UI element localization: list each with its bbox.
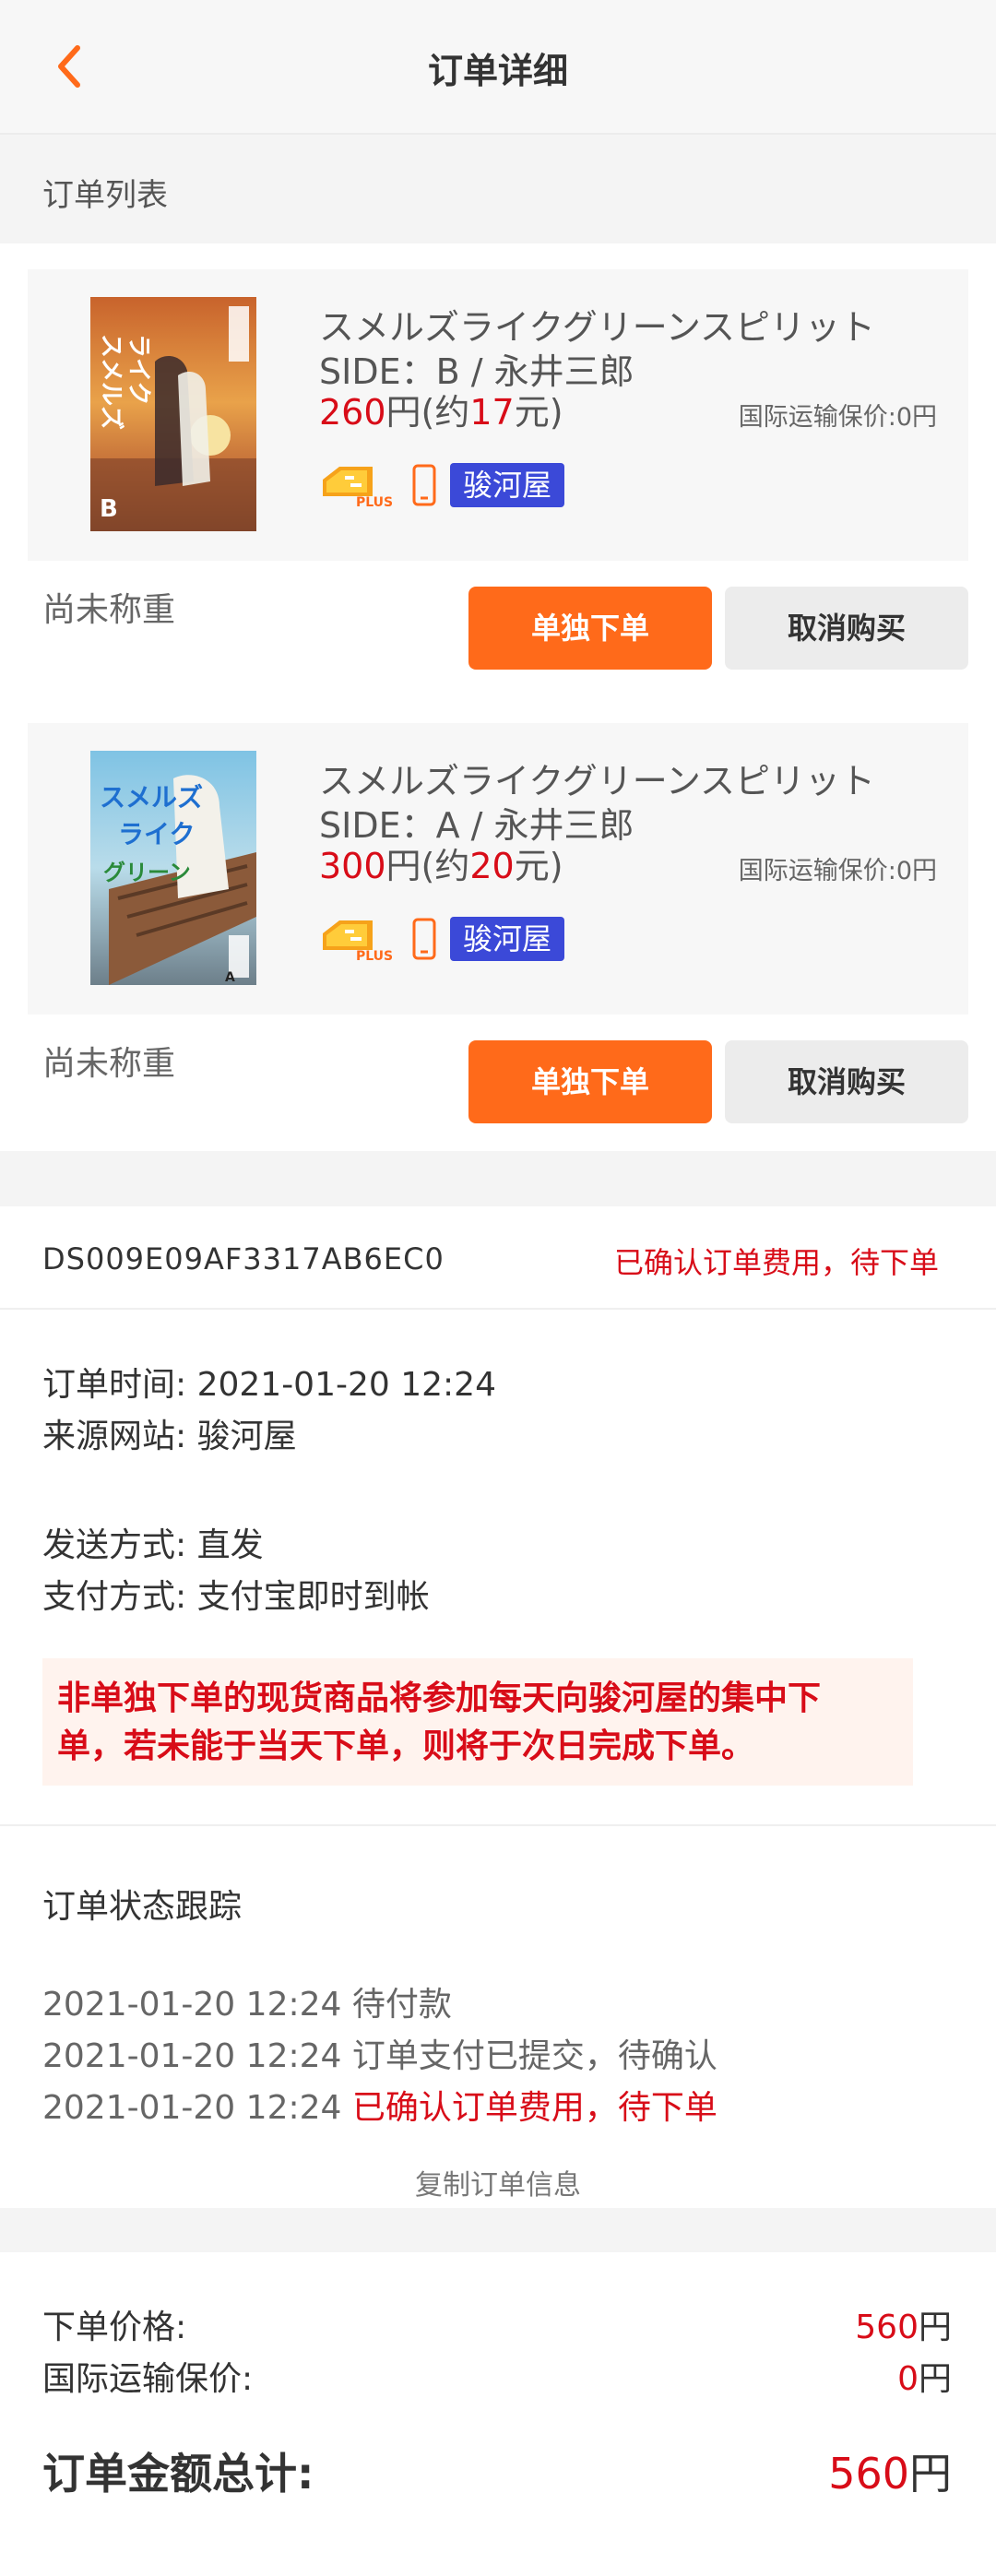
payment-method: 支付方式: 支付宝即时到帐 <box>42 1578 430 1616</box>
item-price: 260円(约17元) <box>319 384 563 434</box>
svg-text:ライク: ライク <box>125 334 152 405</box>
weight-status: 尚未称重 <box>42 1045 176 1083</box>
item-price-cny-unit: 元) <box>514 392 563 433</box>
currency-unit: 円 <box>918 2360 952 2398</box>
tracking-event: 2021-01-20 12:24 待付款 <box>42 1977 452 2025</box>
item-price-cny: 17 <box>469 392 515 433</box>
cancel-purchase-button[interactable]: 取消购买 <box>725 587 968 670</box>
tracking-title: 订单状态跟踪 <box>42 1888 243 1926</box>
order-notice: 非单独下单的现货商品将参加每天向骏河屋的集中下 单，若未能于当天下单，则将于次日… <box>42 1658 913 1786</box>
weight-status: 尚未称重 <box>42 591 176 629</box>
price-summary: 下单价格: 560円 国际运输保价: 0円 订单金额总计: 560円 <box>0 2252 996 2576</box>
item-price-yen: 260 <box>319 392 386 433</box>
order-item-list: スメルズ ライク B スメルズライクグリーンスピリット SIDE：B / 永井三… <box>0 243 996 1151</box>
order-item[interactable]: スメルズ ライク グリーン A スメルズライクグリーンスピリット SIDE：A … <box>28 723 968 1015</box>
copy-order-info-button[interactable]: 复制订单信息 <box>0 2162 996 2202</box>
svg-text:グリーン: グリーン <box>103 860 191 885</box>
item-price: 300円(约20元) <box>319 837 563 888</box>
shipping-method: 发送方式: 直发 <box>42 1526 264 1564</box>
order-price-amount: 560 <box>855 2309 919 2346</box>
item-price-cny-unit: 元) <box>514 846 563 886</box>
shop-badge: 骏河屋 <box>450 463 565 507</box>
tracking-time: 2021-01-20 12:24 <box>42 1986 342 2024</box>
notice-line: 单，若未能于当天下单，则将于次日完成下单。 <box>57 1727 755 1765</box>
divider <box>0 1824 996 1826</box>
total-row: 订单金额总计: 560円 <box>42 2440 952 2501</box>
cancel-purchase-button[interactable]: 取消购买 <box>725 1040 968 1123</box>
tracking-time: 2021-01-20 12:24 <box>42 2037 342 2075</box>
currency-unit: 円 <box>918 2309 952 2346</box>
tracking-event: 2021-01-20 12:24 已确认订单费用，待下单 <box>42 2081 717 2129</box>
tracking-text: 已确认订单费用，待下单 <box>351 2089 717 2127</box>
total-label: 订单金额总计: <box>42 2449 314 2499</box>
total-amount: 560 <box>828 2449 909 2499</box>
order-price-row: 下单价格: 560円 <box>42 2300 952 2348</box>
tracking-event: 2021-01-20 12:24 订单支付已提交，待确认 <box>42 2029 717 2077</box>
insurance-label: 国际运输保价: <box>42 2360 254 2398</box>
item-price-yen-unit: 円(约 <box>385 392 470 433</box>
single-order-button[interactable]: 单独下单 <box>468 587 712 670</box>
shop-badge: 骏河屋 <box>450 917 565 961</box>
tracking-time: 2021-01-20 12:24 <box>42 2089 342 2127</box>
plus-service-icon: PLUS <box>319 463 400 510</box>
svg-text:A: A <box>225 970 235 985</box>
book-cover-image: スメルズ ライク B <box>90 297 256 531</box>
book-cover-image: スメルズ ライク グリーン A <box>90 751 256 985</box>
order-list-header: 订单列表 <box>0 137 996 243</box>
svg-text:PLUS: PLUS <box>356 949 393 963</box>
order-source: 来源网站: 骏河屋 <box>42 1418 297 1455</box>
item-insurance: 国际运输保价:0円 <box>738 403 937 432</box>
single-order-button[interactable]: 单独下单 <box>468 1040 712 1123</box>
currency-unit: 円 <box>909 2449 952 2499</box>
tracking-text: 待付款 <box>351 1986 452 2024</box>
notice-line: 非单独下单的现货商品将参加每天向骏河屋的集中下 <box>57 1680 822 1717</box>
divider <box>0 1308 996 1310</box>
item-title: スメルズライクグリーンスピリット <box>319 761 876 801</box>
item-insurance: 国际运输保价:0円 <box>738 857 937 885</box>
mobile-phone-icon <box>411 463 437 507</box>
svg-text:ライク: ライク <box>118 819 195 849</box>
tracking-text: 订单支付已提交，待确认 <box>351 2037 717 2075</box>
insurance-value: 0円 <box>897 2352 952 2400</box>
total-value: 560円 <box>828 2440 952 2501</box>
svg-text:B: B <box>100 495 118 523</box>
mobile-phone-icon <box>411 917 437 961</box>
order-info-panel: DS009E09AF3317AB6EC0 已确认订单费用，待下单 订单时间: 2… <box>0 1206 996 2208</box>
order-price-value: 560円 <box>855 2300 952 2348</box>
item-price-cny: 20 <box>469 846 515 886</box>
page-title: 订单详细 <box>427 51 568 91</box>
item-price-yen-unit: 円(约 <box>385 846 470 886</box>
plus-service-icon: PLUS <box>319 917 400 964</box>
item-title: スメルズライクグリーンスピリット <box>319 307 876 348</box>
order-price-label: 下单价格: <box>42 2309 187 2346</box>
svg-text:PLUS: PLUS <box>356 495 393 509</box>
order-list-title: 订单列表 <box>42 177 168 214</box>
svg-text:スメルズ: スメルズ <box>100 782 203 813</box>
order-item[interactable]: スメルズ ライク B スメルズライクグリーンスピリット SIDE：B / 永井三… <box>28 269 968 561</box>
insurance-amount: 0 <box>897 2360 919 2398</box>
insurance-row: 国际运输保价: 0円 <box>42 2352 952 2400</box>
item-price-yen: 300 <box>319 846 386 886</box>
navbar: 订单详细 <box>0 0 996 135</box>
order-time: 订单时间: 2021-01-20 12:24 <box>42 1366 496 1404</box>
order-id: DS009E09AF3317AB6EC0 <box>42 1241 445 1276</box>
order-status: 已确认订单费用，待下单 <box>613 1245 939 1280</box>
svg-text:スメルズ: スメルズ <box>97 334 125 430</box>
